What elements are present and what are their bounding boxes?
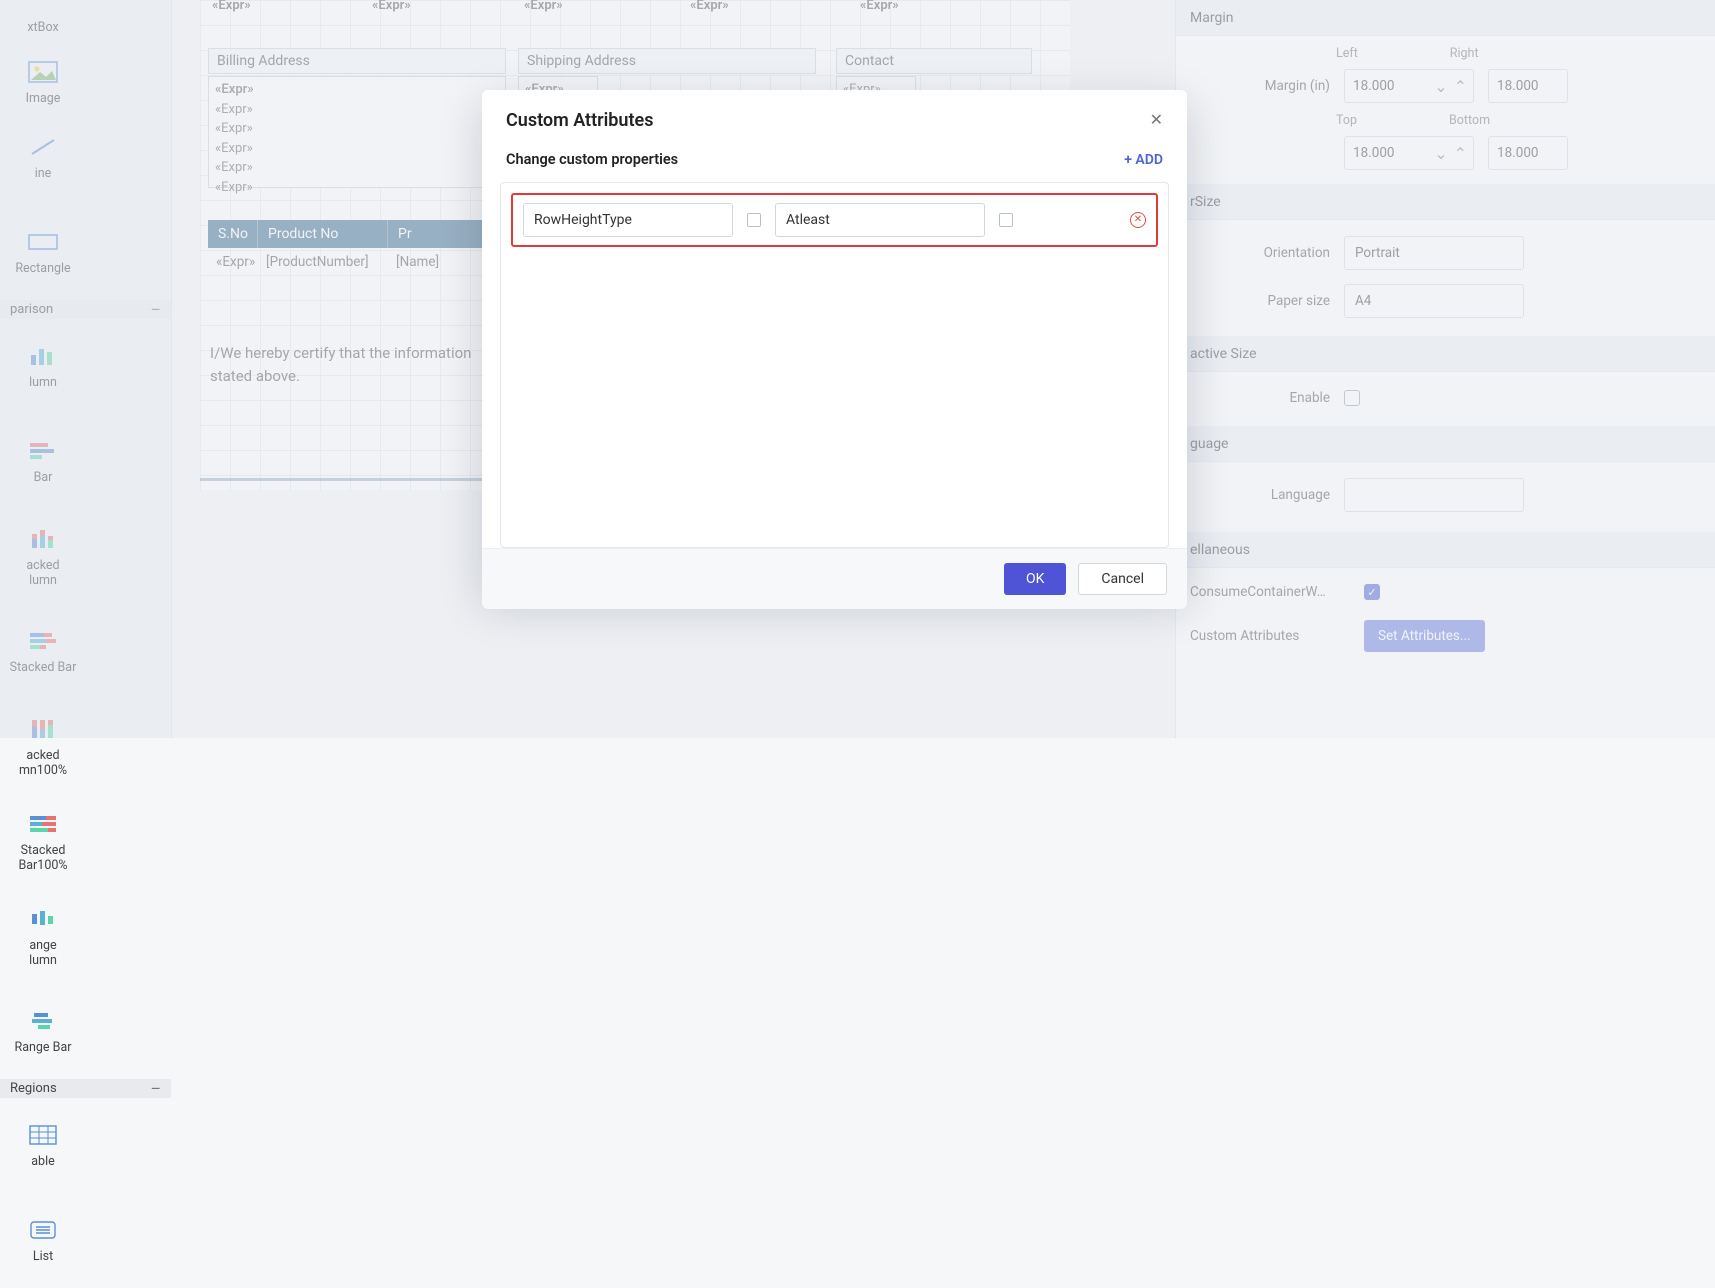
- accordion-regions[interactable]: Regions –: [0, 1079, 171, 1098]
- add-button[interactable]: + ADD: [1124, 152, 1163, 168]
- collapse-icon: –: [151, 1079, 162, 1098]
- tool-range-column[interactable]: ange lumn: [0, 889, 86, 984]
- attributes-list: ✕: [500, 182, 1169, 548]
- tool-table[interactable]: able: [0, 1098, 86, 1193]
- attr-value-checkbox[interactable]: [999, 213, 1013, 227]
- tool-label: acked mn100%: [19, 748, 67, 778]
- delete-row-icon[interactable]: ✕: [1130, 212, 1146, 228]
- ok-button[interactable]: OK: [1004, 563, 1066, 595]
- table-icon: [26, 1122, 60, 1148]
- range-column-icon: [26, 906, 60, 932]
- attr-value-input[interactable]: [775, 203, 985, 237]
- stacked-bar-100-icon: [26, 811, 60, 837]
- attr-key-input[interactable]: [523, 203, 733, 237]
- tool-label: ange lumn: [29, 938, 57, 968]
- custom-attributes-modal: Custom Attributes ✕ Change custom proper…: [482, 90, 1187, 592]
- close-icon[interactable]: ✕: [1150, 110, 1163, 129]
- tool-label: List: [33, 1249, 53, 1264]
- attr-key-checkbox[interactable]: [747, 213, 761, 227]
- attribute-row: ✕: [511, 193, 1158, 247]
- tool-list[interactable]: List: [0, 1193, 86, 1288]
- range-bar-icon: [26, 1008, 60, 1034]
- cancel-button[interactable]: Cancel: [1078, 563, 1167, 595]
- modal-title: Custom Attributes: [506, 110, 653, 131]
- accordion-label: Regions: [10, 1081, 57, 1096]
- tool-range-bar[interactable]: Range Bar: [0, 984, 86, 1079]
- tool-label: Range Bar: [15, 1040, 72, 1055]
- tool-label: able: [31, 1154, 55, 1169]
- tool-label: Stacked Bar100%: [18, 843, 67, 873]
- tool-stacked-bar-100[interactable]: Stacked Bar100%: [0, 794, 86, 889]
- modal-subtitle: Change custom properties: [506, 151, 678, 168]
- list-icon: [26, 1217, 60, 1243]
